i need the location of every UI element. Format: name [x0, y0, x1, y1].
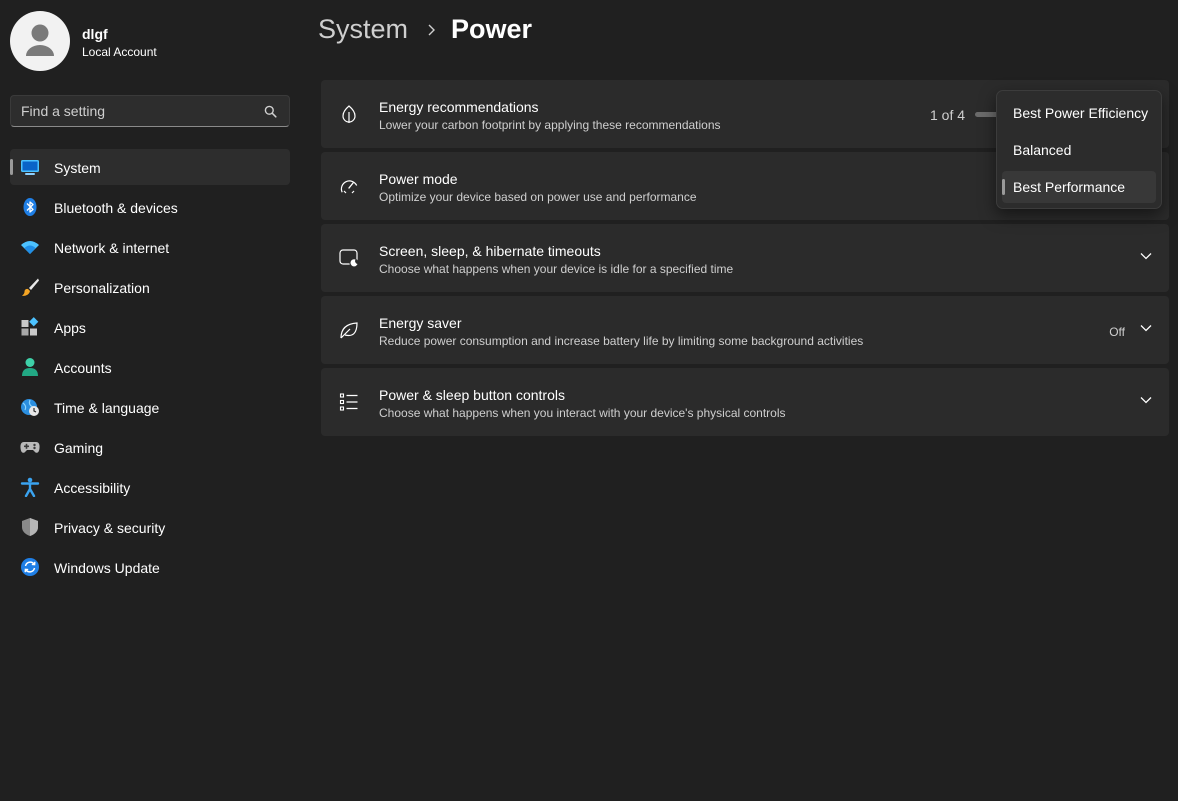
card-description: Choose what happens when your device is … [379, 262, 734, 276]
power-mode-dropdown[interactable]: Best Power Efficiency Balanced Best Perf… [996, 90, 1162, 209]
sidebar-item-accessibility[interactable]: Accessibility [10, 469, 290, 505]
apps-grid-icon [21, 317, 39, 336]
sidebar-item-label: Network & internet [54, 240, 170, 256]
sidebar-item-system[interactable]: System [10, 149, 290, 185]
user-name: dlgf [82, 26, 108, 42]
update-icon [21, 558, 39, 576]
sidebar-item-label: Accessibility [54, 480, 131, 496]
option-label: Balanced [1013, 142, 1072, 158]
sidebar-item-label: Bluetooth & devices [54, 200, 178, 216]
chevron-down-icon[interactable] [1140, 396, 1152, 404]
sidebar-item-privacy-security[interactable]: Privacy & security [10, 509, 290, 545]
shield-icon [22, 518, 38, 536]
card-description: Reduce power consumption and increase ba… [379, 334, 864, 348]
bluetooth-icon [23, 198, 37, 216]
option-label: Best Power Efficiency [1013, 105, 1149, 121]
chevron-down-icon[interactable] [1140, 252, 1152, 260]
search-icon[interactable] [264, 105, 277, 118]
sidebar-item-label: Privacy & security [54, 520, 166, 536]
sidebar-item-label: System [54, 160, 101, 176]
screen-sleep-icon [339, 249, 359, 268]
power-mode-option-best-performance[interactable]: Best Performance [1002, 171, 1156, 203]
sidebar-item-label: Apps [54, 320, 86, 336]
sidebar-nav: System Bluetooth & devices Network & int… [10, 149, 290, 589]
user-profile[interactable]: dlgf Local Account [10, 11, 300, 73]
system-display-icon [21, 160, 39, 175]
search-box[interactable] [10, 95, 290, 127]
paintbrush-icon [22, 278, 39, 296]
sidebar-item-apps[interactable]: Apps [10, 309, 290, 345]
card-description: Choose what happens when you interact wi… [379, 406, 786, 420]
energy-saver-leaf-icon [340, 322, 358, 339]
sidebar-item-gaming[interactable]: Gaming [10, 429, 290, 465]
card-title: Energy saver [379, 315, 462, 331]
account-type: Local Account [82, 45, 157, 59]
sidebar-item-label: Personalization [54, 280, 150, 296]
sidebar-item-network[interactable]: Network & internet [10, 229, 290, 265]
recommendations-count: 1 of 4 [930, 107, 966, 123]
accessibility-icon [20, 477, 40, 497]
screen-sleep-timeouts-card[interactable]: Screen, sleep, & hibernate timeouts Choo… [321, 224, 1169, 292]
sidebar-item-label: Accounts [54, 360, 112, 376]
power-mode-option-balanced[interactable]: Balanced [1002, 134, 1156, 166]
power-mode-option-best-efficiency[interactable]: Best Power Efficiency [1002, 97, 1156, 129]
sidebar-item-accounts[interactable]: Accounts [10, 349, 290, 385]
avatar[interactable] [10, 11, 70, 71]
chevron-right-icon [428, 24, 435, 36]
breadcrumb-parent-link[interactable]: System [318, 14, 408, 45]
energy-saver-status: Off [1109, 325, 1125, 339]
person-icon [22, 358, 38, 376]
option-label: Best Performance [1013, 179, 1126, 195]
card-description: Optimize your device based on power use … [379, 190, 697, 204]
globe-clock-icon [21, 399, 39, 416]
energy-saver-card[interactable]: Energy saver Reduce power consumption an… [321, 296, 1169, 364]
card-title: Screen, sleep, & hibernate timeouts [379, 243, 601, 259]
card-title: Power & sleep button controls [379, 387, 565, 403]
sidebar-item-personalization[interactable]: Personalization [10, 269, 290, 305]
sidebar-item-time-language[interactable]: Time & language [10, 389, 290, 425]
card-title: Energy recommendations [379, 99, 539, 115]
speedometer-icon [340, 180, 358, 194]
leaf-icon [342, 105, 356, 123]
sidebar-item-windows-update[interactable]: Windows Update [10, 549, 290, 585]
sidebar-item-label: Windows Update [54, 560, 160, 576]
list-icon [339, 393, 358, 411]
power-button-controls-card[interactable]: Power & sleep button controls Choose wha… [321, 368, 1169, 436]
sidebar-item-label: Gaming [54, 440, 104, 456]
search-input[interactable] [11, 96, 251, 126]
card-description: Lower your carbon footprint by applying … [379, 118, 721, 132]
sidebar-item-label: Time & language [54, 400, 160, 416]
page-title: Power [451, 14, 533, 44]
chevron-down-icon[interactable] [1140, 324, 1152, 332]
gamepad-icon [20, 442, 40, 453]
wifi-icon [21, 241, 39, 254]
card-title: Power mode [379, 171, 458, 187]
sidebar-item-bluetooth[interactable]: Bluetooth & devices [10, 189, 290, 225]
person-avatar-icon [26, 24, 54, 56]
